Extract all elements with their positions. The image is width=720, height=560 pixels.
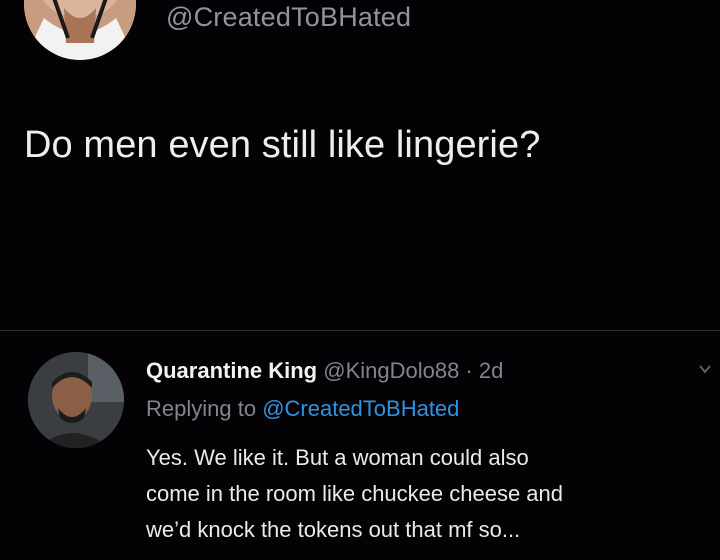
reply-timestamp[interactable]: 2d (479, 358, 503, 383)
reply-text: Yes. We like it. But a woman could also … (146, 440, 716, 548)
replying-to-prefix: Replying to (146, 396, 263, 421)
reply-author-avatar[interactable] (28, 352, 124, 448)
reply-display-name[interactable]: Quarantine King (146, 358, 317, 383)
reply-handle[interactable]: @KingDolo88 (323, 358, 459, 383)
tweet-divider (0, 330, 720, 331)
replying-to-mention[interactable]: @CreatedToBHated (262, 396, 459, 421)
reply-header: Quarantine King @KingDolo88 · 2d (146, 358, 503, 384)
tweet-screenshot: @CreatedToBHated Do men even still like … (0, 0, 720, 560)
reply-text-line: Yes. We like it. But a woman could also (146, 445, 529, 470)
replying-to-line: Replying to @CreatedToBHated (146, 396, 459, 422)
reply-separator: · (465, 358, 473, 383)
chevron-down-icon[interactable] (698, 362, 712, 376)
original-tweet-text: Do men even still like lingerie? (24, 124, 541, 166)
original-author-handle[interactable]: @CreatedToBHated (166, 2, 411, 33)
reply-text-line: come in the room like chuckee cheese and (146, 481, 564, 506)
reply-text-line: we’d knock the tokens out that mf so... (146, 517, 521, 542)
original-author-avatar[interactable] (24, 0, 136, 60)
